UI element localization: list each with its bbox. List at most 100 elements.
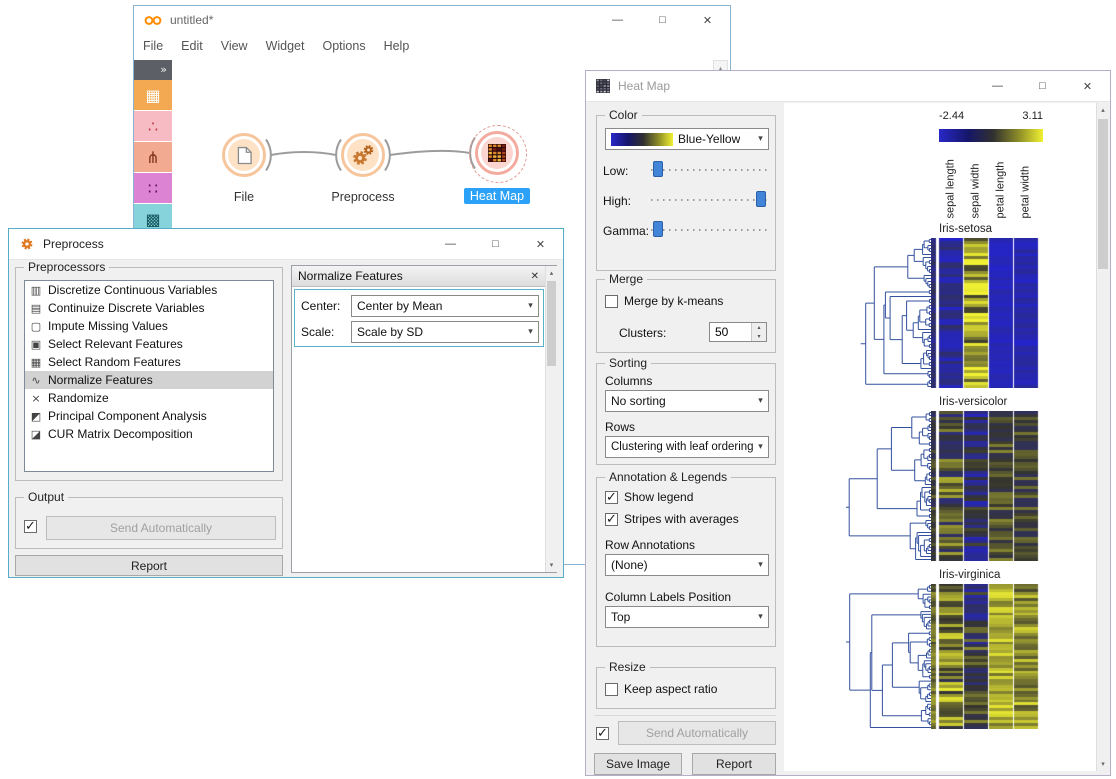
select-relevant-icon: ▣ <box>30 337 42 351</box>
preprocessors-group: Preprocessors ▥ Discretize Continuous Var… <box>15 260 283 481</box>
scale-combo[interactable]: Scale by SD ▾ <box>351 321 539 343</box>
preprocess-gear-icon <box>19 236 35 252</box>
show-legend-checkbox[interactable] <box>605 489 618 505</box>
slider-track <box>651 229 769 231</box>
pca-icon: ◩ <box>30 409 42 423</box>
stripes-label: Stripes with averages <box>624 512 739 526</box>
preprocessor-label: Select Relevant Features <box>48 337 183 351</box>
menu-options[interactable]: Options <box>322 39 365 53</box>
chevron-down-icon: ▾ <box>758 396 763 406</box>
color-legend-bar <box>939 129 1043 142</box>
preprocessor-item-randomize[interactable]: × Randomize <box>25 389 273 407</box>
report-button[interactable]: Report <box>15 555 283 576</box>
menu-help[interactable]: Help <box>384 39 410 53</box>
maximize-button[interactable]: □ <box>473 229 518 259</box>
preprocessor-item-continuize-discrete-variables[interactable]: ▤ Continuize Discrete Variables <box>25 299 273 317</box>
scrollbar-thumb[interactable] <box>547 281 556 366</box>
send-automatically-checkbox[interactable] <box>596 725 609 741</box>
preprocessor-item-cur-matrix-decomposition[interactable]: ◪ CUR Matrix Decomposition <box>25 425 273 443</box>
display-scrollbar[interactable]: ▴ ▾ <box>1096 103 1109 771</box>
heatmap-display[interactable]: -2.44 3.11 sepal length sepal width petal … <box>784 103 1096 771</box>
menu-view[interactable]: View <box>221 39 248 53</box>
preprocessor-item-discretize-continuous-variables[interactable]: ▥ Discretize Continuous Variables <box>25 281 273 299</box>
menu-edit[interactable]: Edit <box>181 39 203 53</box>
preprocessor-label: Select Random Features <box>48 355 181 369</box>
editor-close-icon[interactable]: ✕ <box>531 271 539 282</box>
chevron-down-icon: ▾ <box>528 301 533 311</box>
menu-widget[interactable]: Widget <box>266 39 305 53</box>
high-slider[interactable] <box>651 191 769 207</box>
editor-title: Normalize Features <box>298 269 403 283</box>
close-button[interactable]: ✕ <box>1065 71 1110 101</box>
stripes-checkbox[interactable] <box>605 511 618 527</box>
gamma-slider[interactable] <box>651 221 769 237</box>
palette-gradient-swatch <box>611 132 673 146</box>
normalize-icon: ∿ <box>31 373 41 387</box>
legend-max-label: 3.11 <box>1022 110 1043 122</box>
center-combo[interactable]: Center by Mean ▾ <box>351 295 539 317</box>
preprocessor-label: Principal Component Analysis <box>48 409 207 423</box>
menu-file[interactable]: File <box>143 39 163 53</box>
scroll-up-icon[interactable]: ▴ <box>546 266 557 280</box>
main-titlebar[interactable]: untitled* — □ ✕ <box>134 6 730 35</box>
preprocess-titlebar[interactable]: Preprocess — □ ✕ <box>9 229 563 260</box>
report-button[interactable]: Report <box>692 753 776 775</box>
save-image-button[interactable]: Save Image <box>594 753 682 775</box>
preprocessor-item-select-random-features[interactable]: ▦ Select Random Features <box>25 353 273 371</box>
low-slider[interactable] <box>651 161 769 177</box>
minimize-button[interactable]: — <box>975 71 1020 101</box>
heatmap-titlebar[interactable]: Heat Map — □ ✕ <box>586 71 1110 102</box>
preprocessor-item-impute-missing-values[interactable]: ▢ Impute Missing Values <box>25 317 273 335</box>
scroll-up-icon[interactable]: ▴ <box>1097 103 1109 117</box>
heatmap-column-label: sepal length <box>944 159 957 219</box>
maximize-button[interactable]: □ <box>640 6 685 34</box>
editor-scrollbar[interactable]: ▴ ▾ <box>545 266 557 572</box>
preprocessor-label: Discretize Continuous Variables <box>48 283 218 297</box>
gamma-slider-handle[interactable] <box>653 221 663 237</box>
preprocessor-item-normalize-features[interactable]: ∿ Normalize Features <box>25 371 273 389</box>
show-legend-label: Show legend <box>624 490 694 504</box>
divider <box>594 715 776 716</box>
scroll-down-icon[interactable]: ▾ <box>546 558 557 572</box>
keep-aspect-checkbox[interactable] <box>605 682 618 696</box>
minimize-button[interactable]: — <box>428 229 473 259</box>
send-automatically-button[interactable]: Send Automatically <box>618 721 776 745</box>
high-slider-handle[interactable] <box>756 191 766 207</box>
orange-app-icon <box>144 13 162 27</box>
cluster-dendrogram <box>860 239 931 387</box>
low-slider-handle[interactable] <box>653 161 663 177</box>
high-slider-label: High: <box>603 194 632 208</box>
chevron-down-icon: ▾ <box>758 442 763 452</box>
rows-sorting-combo[interactable]: Clustering with leaf ordering ▾ <box>605 436 769 458</box>
palette-combo[interactable]: Blue-Yellow ▾ <box>605 128 769 150</box>
preprocessor-item-principal-component-analysis[interactable]: ◩ Principal Component Analysis <box>25 407 273 425</box>
menu-bar: File Edit View Widget Options Help <box>134 34 730 59</box>
spin-down-icon[interactable]: ▾ <box>752 332 766 341</box>
legend-min-label: -2.44 <box>939 110 965 122</box>
scrollbar-thumb[interactable] <box>1098 119 1108 269</box>
keep-aspect-label: Keep aspect ratio <box>624 682 718 696</box>
preprocessor-label: Normalize Features <box>48 373 153 387</box>
row-annotations-combo[interactable]: (None) ▾ <box>605 554 769 576</box>
minimize-button[interactable]: — <box>595 6 640 34</box>
heatmap-widget-icon <box>481 137 513 169</box>
low-slider-label: Low: <box>603 164 629 178</box>
preprocessor-item-select-relevant-features[interactable]: ▣ Select Relevant Features <box>25 335 273 353</box>
gamma-slider-label: Gamma: <box>603 224 650 238</box>
send-automatically-checkbox[interactable] <box>24 518 37 534</box>
merge-kmeans-checkbox[interactable] <box>605 294 618 308</box>
column-labels-position-combo[interactable]: Top ▾ <box>605 606 769 628</box>
preprocessors-list[interactable]: ▥ Discretize Continuous Variables ▤ Continu… <box>24 280 274 472</box>
spin-up-icon[interactable]: ▴ <box>752 323 766 332</box>
columns-sorting-combo[interactable]: No sorting ▾ <box>605 390 769 412</box>
close-button[interactable]: ✕ <box>685 6 730 34</box>
scroll-down-icon[interactable]: ▾ <box>1097 757 1109 771</box>
close-button[interactable]: ✕ <box>518 229 563 259</box>
node-ring <box>222 133 266 177</box>
maximize-button[interactable]: □ <box>1020 71 1065 101</box>
send-automatically-button[interactable]: Send Automatically <box>46 516 276 540</box>
annotation-group: Annotation & Legends Show legend Stripes… <box>596 470 776 647</box>
cluster-title: Iris-virginica <box>939 569 1001 581</box>
preprocessor-label: Randomize <box>48 391 109 405</box>
clusters-spinbox[interactable]: 50 ▴ ▾ <box>709 322 767 342</box>
